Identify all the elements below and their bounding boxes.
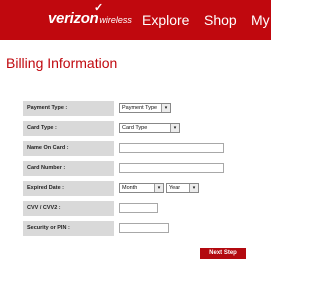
expiry-year-select[interactable]: Year ▾ — [166, 183, 199, 193]
name-on-card-input[interactable] — [119, 143, 224, 153]
name-on-card-row: Name On Card : — [23, 141, 245, 156]
card-type-label: Card Type : — [23, 121, 114, 136]
payment-type-row: Payment Type : Payment Type ▾ — [23, 101, 245, 116]
top-header: ✓ verizonwireless Explore Shop My — [0, 0, 271, 40]
name-on-card-label: Name On Card : — [23, 141, 114, 156]
security-pin-label: Security or PIN : — [23, 221, 114, 236]
nav-my[interactable]: My — [251, 12, 270, 28]
security-pin-input[interactable] — [119, 223, 169, 233]
expired-date-label: Expired Date : — [23, 181, 114, 196]
dropdown-arrow-icon: ▾ — [189, 184, 198, 192]
cvv-row: CVV / CVV2 : — [23, 201, 245, 216]
payment-type-label: Payment Type : — [23, 101, 114, 116]
card-number-label: Card Number : — [23, 161, 114, 176]
payment-type-select-value: Payment Type — [122, 105, 158, 111]
dropdown-arrow-icon: ▾ — [161, 104, 170, 112]
card-number-row: Card Number : — [23, 161, 245, 176]
next-step-button[interactable]: Next Step — [200, 248, 246, 259]
card-type-row: Card Type : Card Type ▾ — [23, 121, 245, 136]
dropdown-arrow-icon: ▾ — [154, 184, 163, 192]
expired-date-row: Expired Date : Month ▾ Year ▾ — [23, 181, 245, 196]
cvv-input[interactable] — [119, 203, 158, 213]
card-type-select[interactable]: Card Type ▾ — [119, 123, 180, 133]
expiry-year-value: Year — [169, 185, 181, 191]
expiry-month-value: Month — [122, 185, 138, 191]
security-pin-row: Security or PIN : — [23, 221, 245, 236]
card-number-input[interactable] — [119, 163, 224, 173]
nav-explore[interactable]: Explore — [142, 12, 189, 28]
expiry-month-select[interactable]: Month ▾ — [119, 183, 164, 193]
payment-type-select[interactable]: Payment Type ▾ — [119, 103, 171, 113]
main-nav: Explore Shop My — [0, 12, 271, 32]
billing-form: Payment Type : Payment Type ▾ Card Type … — [23, 101, 245, 239]
dropdown-arrow-icon: ▾ — [170, 124, 179, 132]
page-title: Billing Information — [6, 55, 118, 71]
cvv-label: CVV / CVV2 : — [23, 201, 114, 216]
nav-shop[interactable]: Shop — [204, 12, 237, 28]
card-type-select-value: Card Type — [122, 125, 148, 131]
